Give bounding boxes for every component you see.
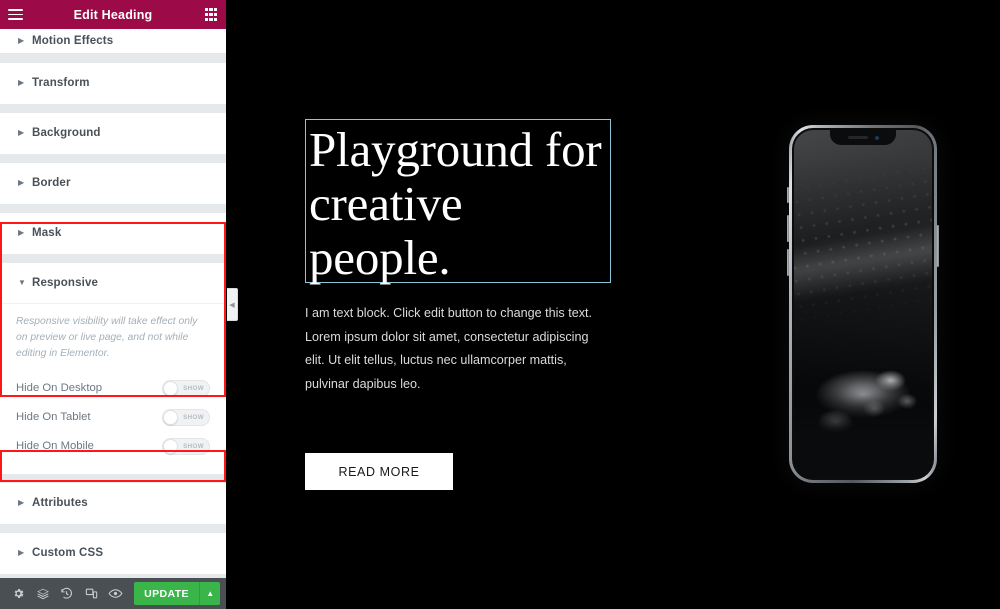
control-hide-on-desktop[interactable]: Hide On Desktop SHOW: [16, 374, 210, 402]
section-attributes-header[interactable]: ▶ Attributes: [0, 483, 226, 523]
section-motion-effects[interactable]: ▶ Motion Effects: [0, 29, 226, 53]
divider: [0, 154, 226, 163]
panel-header: Edit Heading: [0, 0, 226, 29]
read-more-button[interactable]: READ MORE: [305, 453, 453, 490]
update-button[interactable]: UPDATE: [133, 582, 200, 605]
heading-text: Playground for creative people.: [309, 122, 602, 285]
divider: [0, 53, 226, 63]
hamburger-menu-button[interactable]: [0, 0, 30, 29]
phone-mockup: [787, 125, 939, 483]
phone-notch: [830, 130, 896, 145]
section-custom-css[interactable]: ▶ Custom CSS: [0, 533, 226, 574]
section-label: Motion Effects: [32, 34, 114, 47]
section-border[interactable]: ▶ Border: [0, 163, 226, 204]
history-revisions-icon[interactable]: [55, 578, 79, 609]
toggle-knob: [163, 409, 178, 425]
control-hide-on-mobile[interactable]: Hide On Mobile SHOW: [16, 432, 210, 460]
chevron-right-icon: ▶: [18, 228, 25, 237]
divider: [0, 524, 226, 533]
hamburger-menu-icon: [7, 6, 23, 23]
divider: [0, 474, 226, 483]
toggle-state-label: SHOW: [183, 413, 204, 421]
phone-silent-switch: [787, 187, 789, 203]
section-transform-header[interactable]: ▶ Transform: [0, 63, 226, 103]
section-label: Background: [32, 127, 101, 139]
section-responsive-content: Responsive visibility will take effect o…: [0, 303, 226, 473]
phone-screen: [794, 130, 932, 478]
phone-volume-down-button: [787, 249, 789, 276]
chevron-right-icon: ▶: [18, 498, 25, 507]
panel-footer-toolbar: UPDATE ▲: [0, 578, 226, 609]
chevron-right-icon: ▶: [18, 78, 25, 87]
responsive-note: Responsive visibility will take effect o…: [16, 316, 198, 359]
section-border-header[interactable]: ▶ Border: [0, 163, 226, 203]
earpiece-speaker-icon: [847, 136, 868, 139]
section-background-header[interactable]: ▶ Background: [0, 113, 226, 153]
section-transform[interactable]: ▶ Transform: [0, 63, 226, 104]
section-mask-header[interactable]: ▶ Mask: [0, 213, 226, 253]
panel-sections-list[interactable]: ▶ Motion Effects ▶ Transform ▶ Backgroun…: [0, 29, 226, 578]
control-hide-on-tablet[interactable]: Hide On Tablet SHOW: [16, 403, 210, 431]
section-label: Border: [32, 177, 71, 189]
chevron-up-icon[interactable]: ▲: [199, 582, 221, 605]
control-label: Hide On Desktop: [16, 382, 103, 394]
toggle-state-label: SHOW: [183, 384, 204, 392]
navigator-layers-icon[interactable]: [30, 578, 54, 609]
chevron-right-icon: ▶: [18, 128, 25, 137]
photo-vignette: [794, 380, 932, 478]
hide-on-mobile-toggle[interactable]: SHOW: [162, 437, 210, 455]
widgets-grid-icon: [204, 8, 218, 21]
settings-gear-icon[interactable]: [6, 578, 30, 609]
toggle-knob: [163, 438, 178, 454]
responsive-mode-icon[interactable]: [79, 578, 103, 609]
front-camera-icon: [874, 135, 879, 140]
chevron-right-icon: ▶: [18, 35, 25, 45]
hide-on-desktop-toggle[interactable]: SHOW: [162, 379, 210, 397]
text-block-widget[interactable]: I am text block. Click edit button to ch…: [305, 302, 605, 396]
panel-title: Edit Heading: [73, 7, 153, 22]
phone-power-button: [937, 225, 939, 267]
section-custom-css-header[interactable]: ▶ Custom CSS: [0, 533, 226, 573]
section-label: Responsive: [32, 277, 99, 289]
widgets-panel-button[interactable]: [196, 0, 226, 29]
toggle-state-label: SHOW: [183, 442, 204, 450]
section-motion-effects-header[interactable]: ▶ Motion Effects: [0, 29, 226, 52]
section-attributes[interactable]: ▶ Attributes: [0, 483, 226, 524]
gamepad-photo-icon: [794, 130, 932, 478]
panel-collapse-handle[interactable]: ◀: [227, 288, 238, 321]
phone-bezel: [792, 128, 934, 480]
section-background[interactable]: ▶ Background: [0, 113, 226, 154]
section-label: Mask: [32, 227, 62, 239]
hide-on-tablet-toggle[interactable]: SHOW: [162, 408, 210, 426]
chevron-right-icon: ▶: [18, 178, 25, 187]
preview-eye-icon[interactable]: [103, 578, 127, 609]
preview-canvas: Playground for creative people. I am tex…: [226, 0, 1000, 609]
chevron-down-icon: ▼: [18, 278, 26, 287]
chevron-left-icon: ◀: [229, 301, 235, 309]
elementor-left-panel: Edit Heading ▶ Motion Effects ▶ Transfor…: [0, 0, 226, 609]
toggle-knob: [163, 380, 178, 396]
chevron-right-icon: ▶: [18, 548, 25, 557]
section-responsive-header[interactable]: ▼ Responsive: [0, 263, 226, 303]
divider: [0, 104, 226, 113]
elementor-editor-screen: Edit Heading ▶ Motion Effects ▶ Transfor…: [0, 0, 1000, 609]
control-label: Hide On Mobile: [16, 440, 94, 452]
section-label: Custom CSS: [32, 547, 104, 559]
section-responsive[interactable]: ▼ Responsive Responsive visibility will …: [0, 263, 226, 474]
divider: [0, 204, 226, 213]
control-label: Hide On Tablet: [16, 411, 91, 423]
divider: [0, 254, 226, 263]
selected-heading-widget[interactable]: Playground for creative people.: [305, 119, 611, 285]
section-label: Transform: [32, 77, 90, 89]
phone-volume-up-button: [787, 215, 789, 242]
section-mask[interactable]: ▶ Mask: [0, 213, 226, 254]
section-label: Attributes: [32, 497, 88, 509]
need-help-area: Need Help ?: [0, 574, 226, 578]
